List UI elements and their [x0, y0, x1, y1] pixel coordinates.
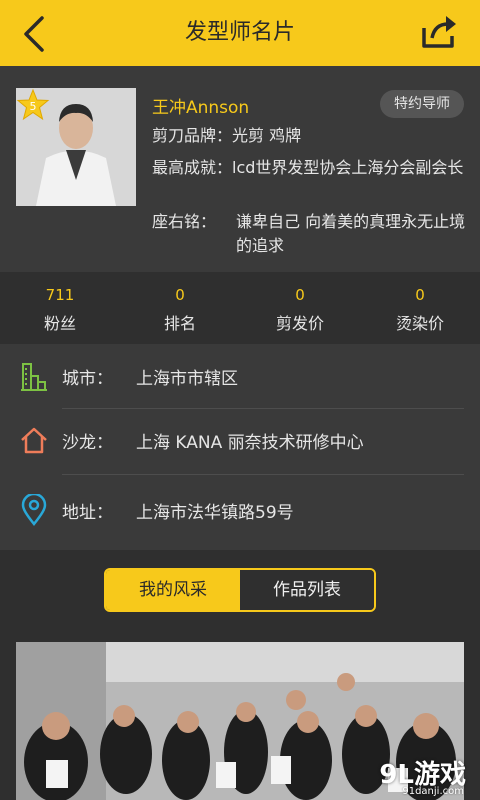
motto-value: 谦卑自己 向着美的真理永无止境的追求: [236, 212, 466, 255]
building-icon: [21, 363, 47, 391]
level-star-icon: 5: [16, 88, 50, 121]
address-label: 地址：: [62, 503, 113, 523]
stat-haircut-price[interactable]: 0 剪发价: [240, 272, 360, 344]
salon-value: 上海 KANA 丽奈技术研修中心: [136, 433, 364, 453]
stat-label: 排名: [163, 314, 196, 333]
city-label: 城市：: [62, 369, 113, 389]
home-icon: [21, 427, 47, 454]
stat-value: 0: [295, 286, 305, 304]
motto-row: 座右铭： 谦卑自己 向着美的真理永无止境的追求: [152, 210, 466, 258]
stat-label: 烫染价: [395, 314, 444, 333]
stat-value: 0: [175, 286, 185, 304]
divider: [62, 474, 464, 475]
motto-label: 座右铭：: [152, 212, 217, 231]
stat-value: 711: [45, 286, 75, 304]
address-value: 上海市法华镇路59号: [136, 503, 294, 523]
salon-label: 沙龙：: [62, 433, 113, 453]
city-row: 城市： 上海市市辖区: [0, 344, 480, 412]
role-badge: 特约导师: [380, 90, 464, 118]
top-bar: 发型师名片: [0, 0, 480, 66]
page-title: 发型师名片: [184, 20, 295, 45]
stylist-details: 城市： 上海市市辖区 沙龙： 上海 KANA 丽奈技术研修中心 地址： 上海市法…: [0, 344, 480, 550]
achievement-value: lcd世界发型协会上海分会副会长: [232, 158, 464, 177]
stat-fans[interactable]: 711 粉丝: [0, 272, 120, 344]
stats-bar: 711 粉丝 0 排名 0 剪发价 0 烫染价: [0, 272, 480, 344]
achievement-row: 最高成就：lcd世界发型协会上海分会副会长: [152, 156, 464, 180]
scissors-brand-row: 剪刀品牌：光剪 鸡牌: [152, 124, 301, 148]
stylist-name: 王冲Annson: [152, 98, 250, 118]
salon-row[interactable]: 沙龙： 上海 KANA 丽奈技术研修中心: [0, 408, 480, 476]
stat-label: 剪发价: [275, 314, 324, 333]
stat-perm-dye-price[interactable]: 0 烫染价: [360, 272, 480, 344]
scissors-brand-value: 光剪 鸡牌: [232, 126, 302, 145]
tab-my-style[interactable]: 我的风采: [106, 570, 240, 610]
stylist-profile-card: 5 王冲Annson 特约导师 剪刀品牌：光剪 鸡牌 最高成就：lcd世界发型协…: [0, 66, 480, 272]
section-tabs: 我的风采 作品列表: [104, 568, 376, 612]
stat-ranking[interactable]: 0 排名: [120, 272, 240, 344]
tab-works-list[interactable]: 作品列表: [240, 570, 374, 610]
location-pin-icon: [21, 494, 47, 526]
address-row[interactable]: 地址： 上海市法华镇路59号: [0, 478, 480, 546]
stat-label: 粉丝: [43, 314, 76, 333]
city-value: 上海市市辖区: [136, 369, 238, 389]
watermark-url: 91danji.com: [402, 786, 464, 797]
scissors-brand-label: 剪刀品牌：: [152, 126, 233, 145]
level-number: 5: [30, 100, 37, 113]
achievement-label: 最高成就：: [152, 158, 233, 177]
share-icon[interactable]: [420, 14, 458, 50]
stat-value: 0: [415, 286, 425, 304]
